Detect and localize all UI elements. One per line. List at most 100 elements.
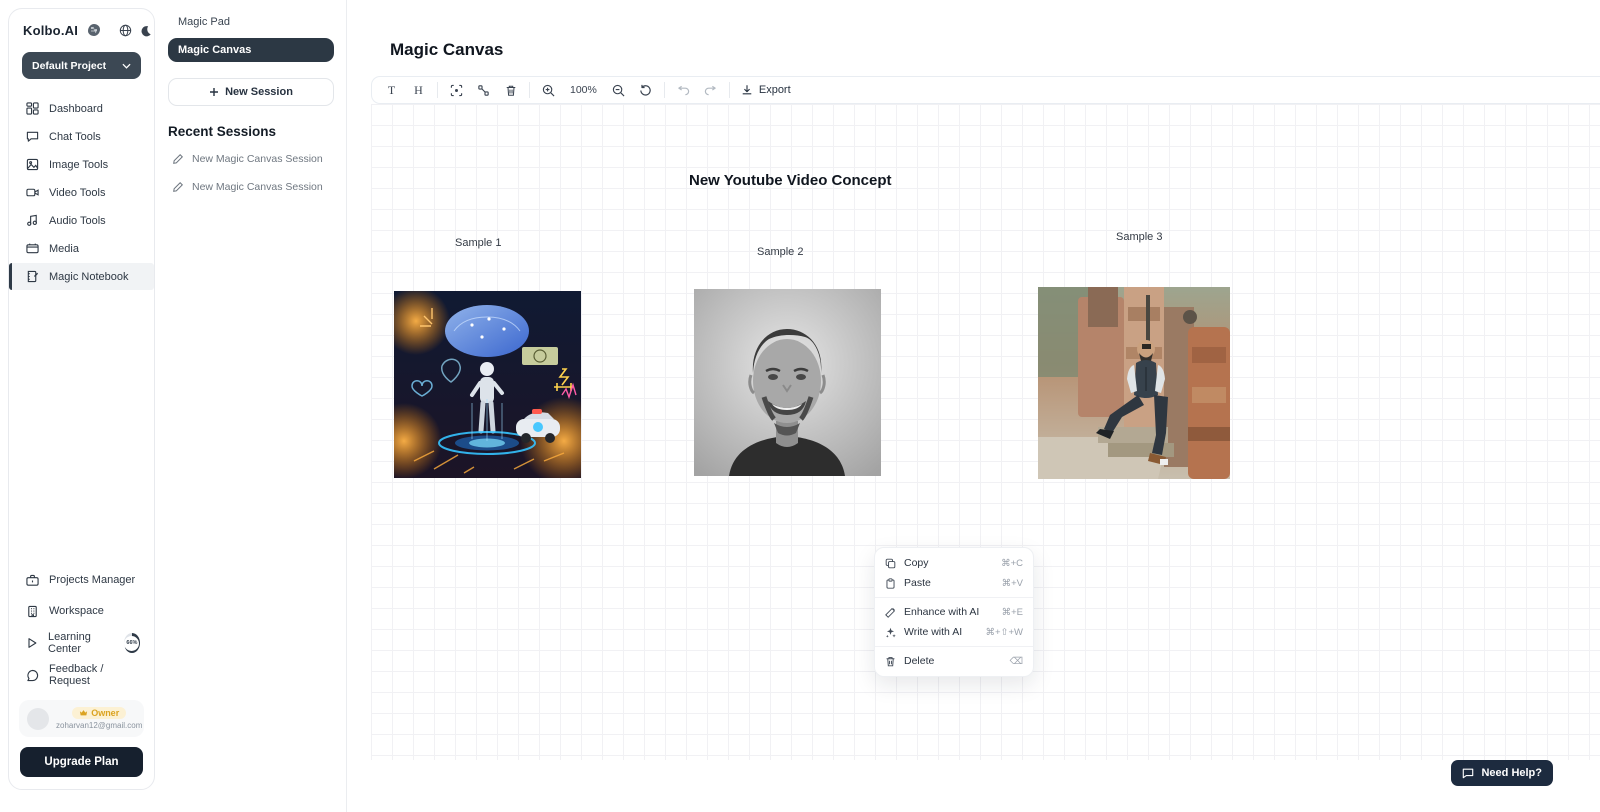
dark-mode-moon-button[interactable] (140, 25, 152, 37)
toolbar-separator (529, 82, 530, 98)
zoom-in-button[interactable] (537, 79, 560, 101)
video-camera-icon (26, 186, 39, 199)
sidebar-nav: Dashboard Chat Tools Image Tools Video T… (9, 95, 154, 290)
sidebar-item-label: Image Tools (49, 159, 108, 171)
sidebar-item-label: Audio Tools (49, 215, 106, 227)
recent-sessions-header: Recent Sessions (168, 124, 334, 139)
redo-button[interactable] (699, 79, 722, 101)
context-menu-label: Enhance with AI (904, 606, 994, 618)
context-menu-shortcut: ⌘+E (1002, 607, 1023, 618)
need-help-label: Need Help? (1481, 767, 1542, 779)
upgrade-plan-button[interactable]: Upgrade Plan (20, 747, 143, 777)
sidebar-item-audio-tools[interactable]: Audio Tools (9, 207, 154, 234)
context-menu-label: Write with AI (904, 626, 977, 638)
user-account-card[interactable]: Owner zoharvan12@gmail.com (19, 700, 144, 737)
sample-2-label[interactable]: Sample 2 (757, 246, 803, 258)
notebook-pen-icon (26, 270, 39, 283)
context-menu-label: Copy (904, 557, 993, 569)
need-help-button[interactable]: Need Help? (1451, 760, 1553, 786)
play-icon (26, 637, 38, 649)
sidebar-item-video-tools[interactable]: Video Tools (9, 179, 154, 206)
project-selector-label: Default Project (32, 60, 106, 72)
context-menu-shortcut: ⌫ (1010, 656, 1023, 667)
sidebar-item-label: Learning Center (48, 631, 112, 655)
context-menu-shortcut: ⌘+⇧+W (985, 627, 1023, 638)
new-session-label: New Session (225, 86, 293, 98)
sidebar-item-dashboard[interactable]: Dashboard (9, 95, 154, 122)
context-menu-divider (875, 646, 1033, 647)
context-menu-label: Paste (904, 577, 994, 589)
language-globe-button[interactable] (119, 24, 132, 37)
sidebar-item-label: Workspace (49, 605, 104, 617)
reset-view-button[interactable] (634, 79, 657, 101)
context-menu-item-enhance-with-ai[interactable]: Enhance with AI ⌘+E (875, 602, 1033, 622)
connector-tool-button[interactable] (472, 79, 495, 101)
sample-3-image[interactable] (1038, 287, 1230, 479)
sidebar-item-feedback-request[interactable]: Feedback / Request (9, 660, 154, 690)
export-label: Export (759, 84, 791, 96)
sidebar-item-image-tools[interactable]: Image Tools (9, 151, 154, 178)
sidebar-item-media[interactable]: Media (9, 235, 154, 262)
pencil-icon (172, 153, 184, 165)
sessions-panel: Magic Pad Magic Canvas New Session Recen… (156, 0, 347, 812)
pencil-icon (172, 181, 184, 193)
tab-magic-canvas[interactable]: Magic Canvas (168, 38, 334, 62)
sample-2-image[interactable] (694, 289, 881, 476)
context-menu-item-copy[interactable]: Copy ⌘+C (875, 553, 1033, 573)
zoom-out-button[interactable] (607, 79, 630, 101)
context-menu-item-delete[interactable]: Delete ⌫ (875, 651, 1033, 671)
magic-canvas-grid[interactable]: New Youtube Video Concept Sample 1 Sampl… (371, 104, 1600, 760)
session-title: New Magic Canvas Session (192, 153, 323, 165)
context-menu-shortcut: ⌘+C (1001, 558, 1023, 569)
user-email: zoharvan12@gmail.com (56, 721, 142, 730)
building-icon (26, 605, 39, 618)
owner-badge-label: Owner (91, 708, 119, 718)
feedback-bubble-icon (26, 669, 39, 682)
tab-magic-pad[interactable]: Magic Pad (168, 14, 334, 38)
sidebar-item-label: Feedback / Request (49, 663, 140, 687)
session-list-item[interactable]: New Magic Canvas Session (168, 145, 334, 173)
canvas-heading-text[interactable]: New Youtube Video Concept (689, 172, 892, 189)
clipboard-icon (885, 578, 896, 589)
project-selector[interactable]: Default Project (22, 52, 141, 79)
context-menu-divider (875, 597, 1033, 598)
sidebar-item-workspace[interactable]: Workspace (9, 596, 154, 626)
sidebar-item-label: Dashboard (49, 103, 103, 115)
context-menu: Copy ⌘+C Paste ⌘+V Enhance with AI ⌘+E W… (874, 547, 1034, 677)
sidebar-item-magic-notebook[interactable]: Magic Notebook (9, 263, 154, 290)
select-scan-button[interactable] (445, 79, 468, 101)
sidebar-item-projects-manager[interactable]: Projects Manager (9, 565, 154, 595)
learning-progress-value: 66% (124, 636, 139, 651)
media-folder-icon (26, 242, 39, 255)
magic-wand-icon (885, 607, 896, 618)
export-button[interactable]: Export (737, 84, 795, 96)
heading-tool-button[interactable]: H (407, 79, 430, 101)
sidebar-item-label: Media (49, 243, 79, 255)
sample-3-label[interactable]: Sample 3 (1116, 231, 1162, 243)
sample-1-image[interactable] (394, 291, 581, 478)
sample-1-label[interactable]: Sample 1 (455, 237, 501, 249)
page-title: Magic Canvas (390, 40, 503, 60)
sidebar: Kolbo.AI Default Project Dashboard Chat … (8, 8, 155, 790)
trash-icon (885, 656, 896, 667)
owner-badge: Owner (72, 707, 126, 719)
delete-tool-button[interactable] (499, 79, 522, 101)
undo-button[interactable] (672, 79, 695, 101)
session-list-item[interactable]: New Magic Canvas Session (168, 173, 334, 201)
sidebar-item-learning-center[interactable]: Learning Center 66% (9, 627, 154, 659)
context-menu-shortcut: ⌘+V (1002, 578, 1023, 589)
brand-logo: Kolbo.AI (23, 23, 78, 38)
zoom-level: 100% (564, 84, 603, 96)
new-session-button[interactable]: New Session (168, 78, 334, 106)
chat-square-icon (1462, 767, 1474, 779)
context-menu-item-write-with-ai[interactable]: Write with AI ⌘+⇧+W (875, 622, 1033, 642)
toolbar-separator (664, 82, 665, 98)
toolbar-separator (437, 82, 438, 98)
briefcase-icon (26, 574, 39, 587)
sidebar-item-label: Projects Manager (49, 574, 135, 586)
learning-progress-badge: 66% (124, 633, 140, 653)
context-menu-item-paste[interactable]: Paste ⌘+V (875, 573, 1033, 593)
dashboard-icon (26, 102, 39, 115)
sidebar-item-chat-tools[interactable]: Chat Tools (9, 123, 154, 150)
text-tool-button[interactable]: T (380, 79, 403, 101)
